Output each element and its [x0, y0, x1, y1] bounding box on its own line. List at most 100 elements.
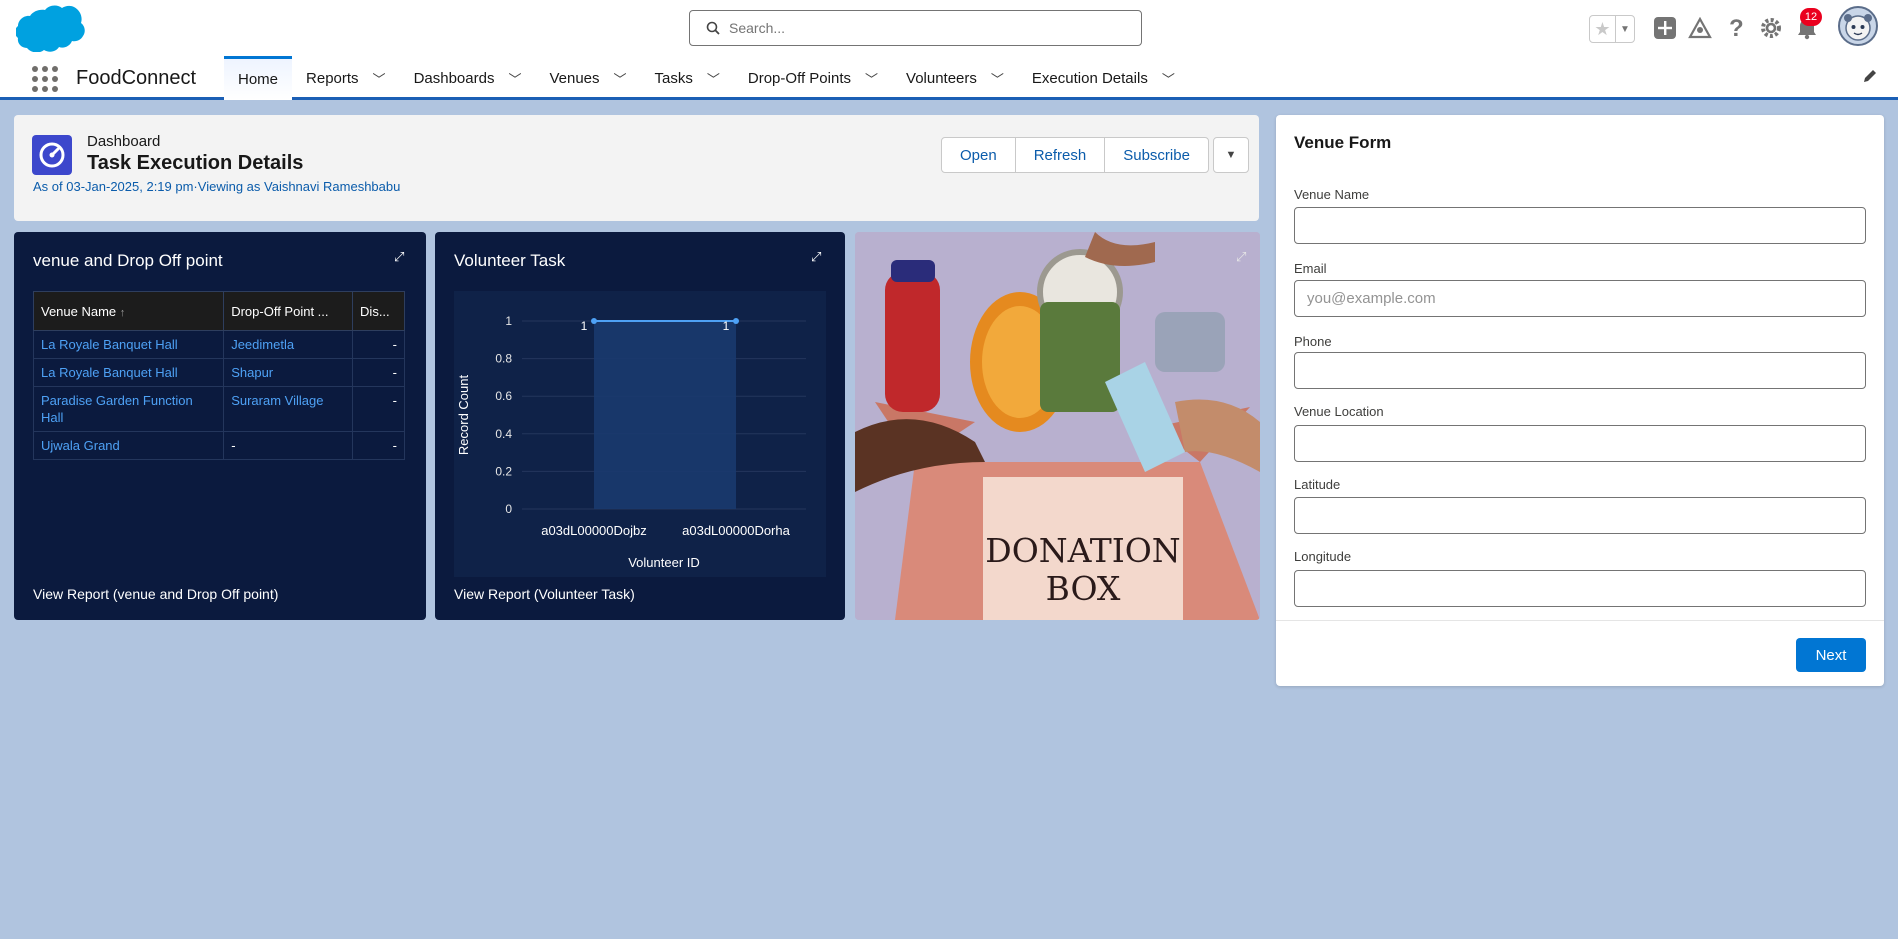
widget-title: venue and Drop Off point [33, 251, 223, 270]
expand-icon[interactable]: ⤢ [394, 249, 404, 265]
salesforce-logo-icon[interactable] [16, 4, 86, 52]
refresh-button[interactable]: Refresh [1014, 137, 1106, 173]
venue-name-label: Venue Name [1294, 187, 1370, 202]
chevron-down-icon[interactable]: ﹀ [508, 69, 521, 88]
email-input[interactable] [1294, 280, 1866, 317]
dashboard-actions: Open Refresh Subscribe ▼ [941, 137, 1249, 173]
nav-tab-volunteers[interactable]: Volunteers ﹀ [892, 56, 1018, 100]
caret-down-icon[interactable]: ▼ [1616, 16, 1634, 42]
nav-tab-venues[interactable]: Venues ﹀ [535, 56, 640, 100]
donation-box-label: DONATION BOX [985, 531, 1181, 608]
gear-icon [1761, 18, 1781, 38]
global-actions-button[interactable] [1652, 12, 1678, 44]
table-cell: - [352, 386, 405, 432]
global-search-input[interactable]: Search... [689, 10, 1142, 46]
x-tick-label: a03dL00000Dojbz [541, 523, 647, 538]
chevron-down-icon[interactable]: ﹀ [614, 69, 627, 88]
table-cell: - [223, 431, 354, 460]
venue-name-link[interactable]: Ujwala Grand [32, 431, 225, 460]
nav-tab-execution-details[interactable]: Execution Details ﹀ [1018, 56, 1189, 100]
y-tick-label: 1 [505, 314, 512, 328]
chevron-down-icon[interactable]: ﹀ [1162, 69, 1175, 88]
drop-off-link[interactable]: Suraram Village [223, 386, 354, 432]
trailhead-icon [1688, 17, 1712, 39]
latitude-input[interactable] [1294, 497, 1866, 534]
chevron-down-icon[interactable]: ﹀ [865, 69, 878, 88]
volunteer-task-chart: 0 0.2 0.4 0.6 0.8 1 1 a03dL00000Dojbz 1 a03dL0000… [456, 314, 806, 570]
venue-name-link[interactable]: Paradise Garden Function Hall [32, 386, 225, 432]
dashboard-icon [32, 135, 72, 175]
longitude-label: Longitude [1294, 549, 1352, 564]
y-tick-label: 0.4 [495, 427, 512, 441]
longitude-input[interactable] [1294, 570, 1866, 607]
venue-table: Venue Name ↑ Drop-Off Point ... Dis... L… [32, 291, 405, 460]
chevron-down-icon[interactable]: ﹀ [707, 69, 720, 88]
venue-dropoff-widget: venue and Drop Off point ⤢ Venue Name ↑ … [14, 232, 426, 620]
y-axis-label: Record Count [456, 375, 471, 456]
view-report-link[interactable]: View Report (venue and Drop Off point) [33, 586, 278, 602]
venue-form-panel: Venue Form Venue Name Email Phone Venue … [1276, 115, 1884, 686]
user-avatar[interactable] [1838, 6, 1878, 46]
data-label: 1 [581, 319, 588, 333]
expand-icon[interactable]: ⤢ [1236, 249, 1246, 265]
venue-name-link[interactable]: La Royale Banquet Hall [32, 358, 225, 387]
subscribe-button[interactable]: Subscribe [1104, 137, 1209, 173]
notification-count-badge: 12 [1800, 8, 1822, 26]
drop-off-link[interactable]: Shapur [223, 358, 354, 387]
column-header-drop-off-point[interactable]: Drop-Off Point ... [223, 291, 354, 331]
table-row: Ujwala Grand - - [32, 431, 405, 460]
drop-off-link[interactable]: Jeedimetla [223, 330, 354, 359]
table-cell: - [352, 358, 405, 387]
nav-tabs: Home Reports ﹀ Dashboards ﹀ Venues ﹀ Tasks ﹀… [224, 56, 1189, 100]
search-placeholder: Search... [729, 20, 786, 36]
chevron-down-icon[interactable]: ﹀ [373, 69, 386, 88]
volunteer-chart-area: 0 0.2 0.4 0.6 0.8 1 1 a03dL00000Dojbz 1 a03dL0000… [454, 291, 826, 577]
phone-input[interactable] [1294, 352, 1866, 389]
nav-tab-reports[interactable]: Reports ﹀ [292, 56, 400, 100]
dashboard-type-label: Dashboard [87, 133, 161, 150]
app-launcher-icon[interactable] [32, 66, 58, 92]
table-cell: - [352, 330, 405, 359]
edit-nav-pencil-icon[interactable] [1862, 68, 1878, 84]
nav-tab-tasks[interactable]: Tasks ﹀ [641, 56, 734, 100]
volunteer-task-widget: Volunteer Task ⤢ 0 0.2 0.4 0.6 0.8 1 1 a03dL000… [435, 232, 845, 620]
latitude-label: Latitude [1294, 477, 1341, 492]
more-actions-button[interactable]: ▼ [1212, 137, 1249, 173]
y-tick-label: 0 [505, 502, 512, 516]
email-label: Email [1294, 261, 1327, 276]
help-button[interactable]: ? [1722, 12, 1750, 44]
widget-title: Volunteer Task [454, 251, 566, 270]
expand-icon[interactable]: ⤢ [811, 249, 821, 265]
view-report-link[interactable]: View Report (Volunteer Task) [454, 586, 635, 602]
dashboard-subtitle: As of 03-Jan-2025, 2:19 pm·Viewing as Va… [33, 179, 401, 194]
x-axis-label: Volunteer ID [628, 555, 700, 570]
astro-avatar-icon [1844, 14, 1872, 41]
column-header-venue-name[interactable]: Venue Name ↑ [32, 291, 225, 331]
chevron-down-icon[interactable]: ﹀ [991, 69, 1004, 88]
table-cell: - [352, 431, 405, 460]
venue-location-input[interactable] [1294, 425, 1866, 462]
data-point [733, 318, 739, 324]
app-navigation: FoodConnect Home Reports ﹀ Dashboards ﹀ Ve… [0, 56, 1898, 100]
form-title: Venue Form [1294, 133, 1392, 152]
venue-name-input[interactable] [1294, 207, 1866, 244]
nav-tab-dashboards[interactable]: Dashboards ﹀ [400, 56, 536, 100]
nav-tab-home[interactable]: Home [224, 56, 293, 100]
table-row: Paradise Garden Function Hall Suraram Vi… [32, 386, 405, 432]
venue-location-label: Venue Location [1294, 404, 1384, 419]
sort-arrow-up-icon: ↑ [119, 306, 126, 319]
column-header-distance[interactable]: Dis... [352, 291, 405, 331]
open-button[interactable]: Open [941, 137, 1016, 173]
caret-down-icon: ▼ [1225, 149, 1237, 161]
app-name: FoodConnect [76, 67, 197, 89]
nav-tab-drop-off-points[interactable]: Drop-Off Points ﹀ [734, 56, 892, 100]
star-icon[interactable]: ★ [1590, 16, 1616, 42]
venue-name-link[interactable]: La Royale Banquet Hall [32, 330, 225, 359]
trailhead-button[interactable] [1686, 12, 1714, 44]
global-header: Search... ★ ▼ ? 12 [0, 0, 1898, 56]
donation-box-image: DONATION BOX ⤢ [855, 232, 1260, 620]
favorites-button-group[interactable]: ★ ▼ [1589, 15, 1635, 43]
setup-button[interactable] [1757, 12, 1785, 44]
table-row: La Royale Banquet Hall Shapur - [32, 358, 405, 387]
next-button[interactable]: Next [1796, 638, 1866, 672]
